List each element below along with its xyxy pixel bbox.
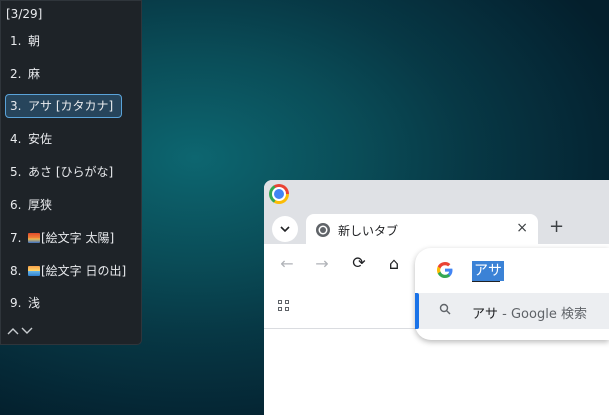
tab-close-icon[interactable]: × <box>516 220 528 236</box>
ime-candidate-number: 5. <box>10 165 22 179</box>
ime-candidate-text: 厚狭 <box>28 198 53 212</box>
omnibox-suggestion[interactable]: アサ - Google 検索 <box>415 293 609 329</box>
back-icon[interactable]: ← <box>277 254 297 273</box>
ime-candidate-number: 8. <box>10 264 22 278</box>
ime-candidate-number: 1. <box>10 34 22 48</box>
sunrise-emoji-icon <box>28 266 40 276</box>
ime-candidate-3-selected[interactable]: 3. アサ [カタカナ] <box>5 94 122 118</box>
search-icon <box>439 303 451 318</box>
ime-candidate-text: あさ [ひらがな] <box>28 165 114 179</box>
ime-candidate-8[interactable]: 8. [絵文字 日の出] <box>5 259 126 283</box>
tab-title: 新しいタブ <box>338 224 399 238</box>
omnibox-input[interactable]: アサ <box>472 261 504 281</box>
suggestion-query: アサ <box>472 307 499 322</box>
tab-new-tab[interactable]: 新しいタブ × <box>306 214 538 246</box>
suggestion-separator: - <box>498 307 511 322</box>
ime-page-arrows <box>7 325 35 339</box>
suggestion-engine: Google 検索 <box>510 307 587 322</box>
ime-prev-page-icon[interactable] <box>7 325 21 339</box>
new-tab-button[interactable]: + <box>549 216 564 237</box>
ime-candidate-text: 朝 <box>28 34 41 48</box>
ime-candidate-number: 7. <box>10 231 22 245</box>
ime-candidate-text: 浅 <box>28 296 41 310</box>
ime-candidate-text: [絵文字 太陽] <box>41 231 115 245</box>
chrome-logo-icon <box>269 184 289 204</box>
ime-candidate-text: 安佐 <box>28 132 53 146</box>
ime-page-counter: [3/29] <box>6 7 43 21</box>
sunset-emoji-icon <box>28 233 40 243</box>
ime-candidate-5[interactable]: 5. あさ [ひらがな] <box>5 160 122 184</box>
suggestion-selected-indicator <box>415 293 419 329</box>
ime-candidate-2[interactable]: 2. 麻 <box>5 62 122 86</box>
ime-candidate-text: [絵文字 日の出] <box>41 264 127 278</box>
reload-icon[interactable]: ⟳ <box>349 253 369 272</box>
ime-candidate-window: [3/29] 1. 朝 2. 麻 3. アサ [カタカナ] 4. 安佐 5. あさ [ひら… <box>0 0 142 345</box>
title-bar <box>264 180 609 208</box>
google-g-icon <box>437 262 453 282</box>
apps-grid-icon[interactable] <box>278 300 291 313</box>
omnibox-dropdown: アサ アサ - Google 検索 <box>415 248 609 340</box>
ime-candidate-number: 9. <box>10 296 22 310</box>
ime-candidate-6[interactable]: 6. 厚狭 <box>5 193 122 217</box>
ime-candidate-number: 6. <box>10 198 22 212</box>
tab-search-button[interactable] <box>272 216 298 242</box>
ime-candidate-9[interactable]: 9. 浅 <box>5 291 122 315</box>
home-icon[interactable]: ⌂ <box>384 254 404 273</box>
chrome-favicon-icon <box>316 223 330 237</box>
ime-next-page-icon[interactable] <box>21 325 35 339</box>
ime-candidate-4[interactable]: 4. 安佐 <box>5 127 122 151</box>
ime-candidate-7[interactable]: 7. [絵文字 太陽] <box>5 226 122 250</box>
ime-candidate-text: 麻 <box>28 67 41 81</box>
page-content <box>264 329 609 415</box>
ime-composition-underline <box>472 281 500 282</box>
forward-icon[interactable]: → <box>312 254 332 273</box>
ime-candidate-1[interactable]: 1. 朝 <box>5 29 122 53</box>
ime-candidate-text: アサ [カタカナ] <box>28 99 114 113</box>
ime-candidate-number: 2. <box>10 67 22 81</box>
suggestion-text: アサ - Google 検索 <box>472 303 587 322</box>
ime-candidate-number: 4. <box>10 132 22 146</box>
ime-candidate-number: 3. <box>10 99 22 113</box>
tab-strip: 新しいタブ × + <box>264 208 609 246</box>
